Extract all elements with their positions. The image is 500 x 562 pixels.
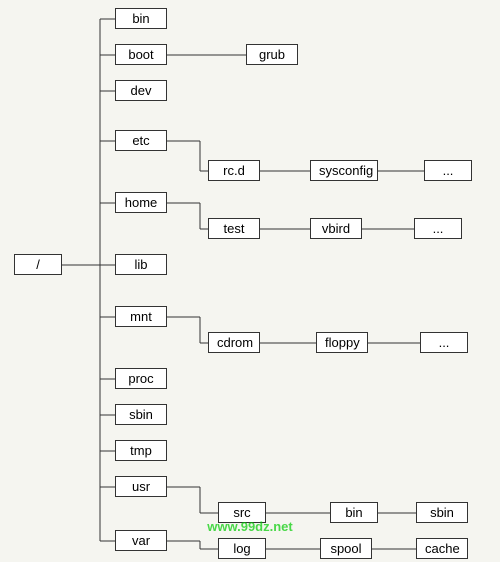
node-sysconfig: sysconfig: [310, 160, 378, 181]
node-proc: proc: [115, 368, 167, 389]
node-etc-dots: ...: [424, 160, 472, 181]
node-var: var: [115, 530, 167, 551]
watermark: www.99dz.net: [207, 519, 292, 534]
node-usr-sbin: sbin: [416, 502, 468, 523]
node-home: home: [115, 192, 167, 213]
node-tmp: tmp: [115, 440, 167, 461]
node-sbin: sbin: [115, 404, 167, 425]
node-usr-bin: bin: [330, 502, 378, 523]
node-dev: dev: [115, 80, 167, 101]
node-root: /: [14, 254, 62, 275]
node-boot: boot: [115, 44, 167, 65]
node-test: test: [208, 218, 260, 239]
node-etc: etc: [115, 130, 167, 151]
node-var-cache: cache: [416, 538, 468, 559]
node-bin: bin: [115, 8, 167, 29]
connector-lines: [0, 0, 500, 562]
node-cdrom: cdrom: [208, 332, 260, 353]
node-floppy: floppy: [316, 332, 368, 353]
node-var-spool: spool: [320, 538, 372, 559]
node-vbird: vbird: [310, 218, 362, 239]
node-grub: grub: [246, 44, 298, 65]
node-home-dots: ...: [414, 218, 462, 239]
tree-container: / bin boot dev etc home lib mnt proc sbi…: [0, 0, 500, 562]
node-usr: usr: [115, 476, 167, 497]
node-lib: lib: [115, 254, 167, 275]
node-rcd: rc.d: [208, 160, 260, 181]
node-var-log: log: [218, 538, 266, 559]
node-mnt-dots: ...: [420, 332, 468, 353]
node-mnt: mnt: [115, 306, 167, 327]
